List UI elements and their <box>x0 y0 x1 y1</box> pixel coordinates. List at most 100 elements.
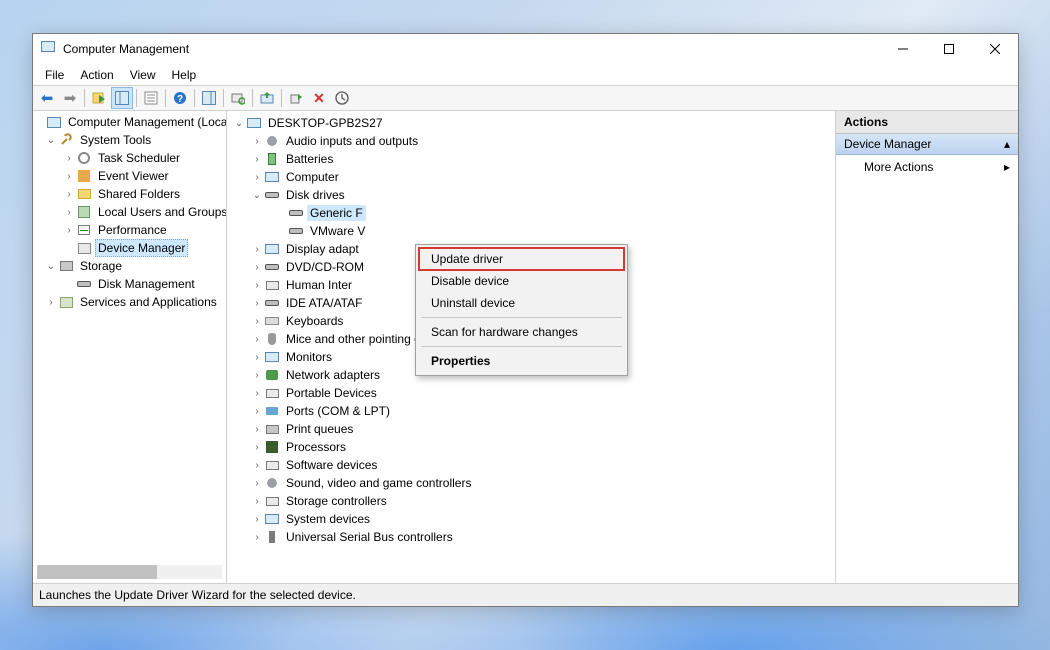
tree-device-manager[interactable]: › Device Manager <box>33 239 226 257</box>
disk-icon <box>288 223 304 239</box>
disk-icon <box>76 276 92 292</box>
ctx-properties[interactable]: Properties <box>419 350 624 372</box>
tree-shared-folders[interactable]: › Shared Folders <box>33 185 226 203</box>
kbd-icon <box>264 313 280 329</box>
show-hide-tree-button[interactable] <box>88 87 110 109</box>
disk-icon <box>288 205 304 221</box>
tree-task-scheduler[interactable]: › Task Scheduler <box>33 149 226 167</box>
device-category[interactable]: ›Audio inputs and outputs <box>227 132 835 150</box>
ctx-scan-for-hardware-changes[interactable]: Scan for hardware changes <box>419 321 624 343</box>
chevron-right-icon: ▸ <box>1004 160 1010 174</box>
device-category[interactable]: ›System devices <box>227 510 835 528</box>
shared-icon <box>76 186 92 202</box>
close-button[interactable] <box>972 34 1018 64</box>
action-pane-button[interactable] <box>198 87 220 109</box>
disk-icon <box>264 187 280 203</box>
back-button[interactable]: ⬅ <box>36 87 58 109</box>
disk-icon <box>264 295 280 311</box>
chip-icon <box>264 439 280 455</box>
dev-icon <box>264 457 280 473</box>
clock-icon <box>76 150 92 166</box>
device-category[interactable]: ›Storage controllers <box>227 492 835 510</box>
device-category[interactable]: ›Software devices <box>227 456 835 474</box>
ctx-update-driver[interactable]: Update driver <box>419 248 624 270</box>
device-category[interactable]: ›Ports (COM & LPT) <box>227 402 835 420</box>
enable-device-button[interactable] <box>285 87 307 109</box>
device-item[interactable]: ›VMware V <box>227 222 835 240</box>
tree-disk-management[interactable]: › Disk Management <box>33 275 226 293</box>
scan-hardware-button[interactable] <box>227 87 249 109</box>
batt-icon <box>264 151 280 167</box>
mouse-icon <box>264 331 280 347</box>
audio-icon <box>264 475 280 491</box>
device-category[interactable]: ›Print queues <box>227 420 835 438</box>
minimize-button[interactable] <box>880 34 926 64</box>
device-category[interactable]: ›Computer <box>227 168 835 186</box>
ctx-disable-device[interactable]: Disable device <box>419 270 624 292</box>
mgmt-icon <box>46 114 62 130</box>
svg-text:?: ? <box>177 94 183 105</box>
properties-button[interactable] <box>140 87 162 109</box>
tree-event-viewer[interactable]: › Event Viewer <box>33 167 226 185</box>
forward-button[interactable]: ➡ <box>59 87 81 109</box>
uninstall-device-button[interactable]: ✕ <box>308 87 330 109</box>
more-actions[interactable]: More Actions ▸ <box>836 155 1018 179</box>
tree-local-users[interactable]: › Local Users and Groups <box>33 203 226 221</box>
disk-icon <box>264 259 280 275</box>
mon-icon <box>264 169 280 185</box>
audio-icon <box>264 133 280 149</box>
computer-management-window: Computer Management File Action View Hel… <box>32 33 1019 607</box>
console-tree: ▾ Computer Management (Local) ⌄ System T… <box>33 111 227 583</box>
titlebar: Computer Management <box>33 34 1018 64</box>
dev-icon <box>264 385 280 401</box>
dev-icon <box>264 493 280 509</box>
device-category[interactable]: ›Universal Serial Bus controllers <box>227 528 835 546</box>
device-root[interactable]: ⌄DESKTOP-GPB2S27 <box>227 114 835 132</box>
mon-icon <box>246 115 262 131</box>
device-category[interactable]: ›Sound, video and game controllers <box>227 474 835 492</box>
actions-header: Actions <box>836 111 1018 134</box>
net-icon <box>264 367 280 383</box>
collapse-icon: ▴ <box>1004 137 1010 151</box>
help-button[interactable]: ? <box>169 87 191 109</box>
console-tree-button[interactable] <box>111 87 133 109</box>
users-icon <box>76 204 92 220</box>
menu-help[interactable]: Help <box>164 66 205 84</box>
mon-icon <box>264 349 280 365</box>
dev-icon <box>264 277 280 293</box>
device-context-menu: Update driverDisable deviceUninstall dev… <box>415 244 628 376</box>
tree-services-apps[interactable]: › Services and Applications <box>33 293 226 311</box>
device-category[interactable]: ⌄Disk drives <box>227 186 835 204</box>
print-icon <box>264 421 280 437</box>
tools-icon <box>58 132 74 148</box>
menu-file[interactable]: File <box>37 66 72 84</box>
tree-storage[interactable]: ⌄ Storage <box>33 257 226 275</box>
update-driver-toolbutton[interactable] <box>256 87 278 109</box>
menu-view[interactable]: View <box>122 66 164 84</box>
port-icon <box>264 403 280 419</box>
device-category[interactable]: ›Batteries <box>227 150 835 168</box>
tree-root[interactable]: ▾ Computer Management (Local) <box>33 113 226 131</box>
srvapp-icon <box>58 294 74 310</box>
device-item[interactable]: ›Generic F <box>227 204 835 222</box>
usb-icon <box>264 529 280 545</box>
app-icon <box>41 41 57 57</box>
tree-system-tools[interactable]: ⌄ System Tools <box>33 131 226 149</box>
toolbar: ⬅ ➡ ? ✕ <box>33 85 1018 111</box>
menu-action[interactable]: Action <box>72 66 121 84</box>
disable-device-button[interactable] <box>331 87 353 109</box>
tree-performance[interactable]: › Performance <box>33 221 226 239</box>
device-category[interactable]: ›Portable Devices <box>227 384 835 402</box>
maximize-button[interactable] <box>926 34 972 64</box>
console-tree-scrollbar[interactable] <box>37 565 222 579</box>
device-category[interactable]: ›Processors <box>227 438 835 456</box>
status-text: Launches the Update Driver Wizard for th… <box>39 588 356 602</box>
actions-pane: Actions Device Manager ▴ More Actions ▸ <box>836 111 1018 583</box>
actions-selection[interactable]: Device Manager ▴ <box>836 134 1018 155</box>
perf-icon <box>76 222 92 238</box>
mon-icon <box>264 241 280 257</box>
storage-icon <box>58 258 74 274</box>
statusbar: Launches the Update Driver Wizard for th… <box>33 584 1018 606</box>
ctx-uninstall-device[interactable]: Uninstall device <box>419 292 624 314</box>
menubar: File Action View Help <box>33 64 1018 85</box>
